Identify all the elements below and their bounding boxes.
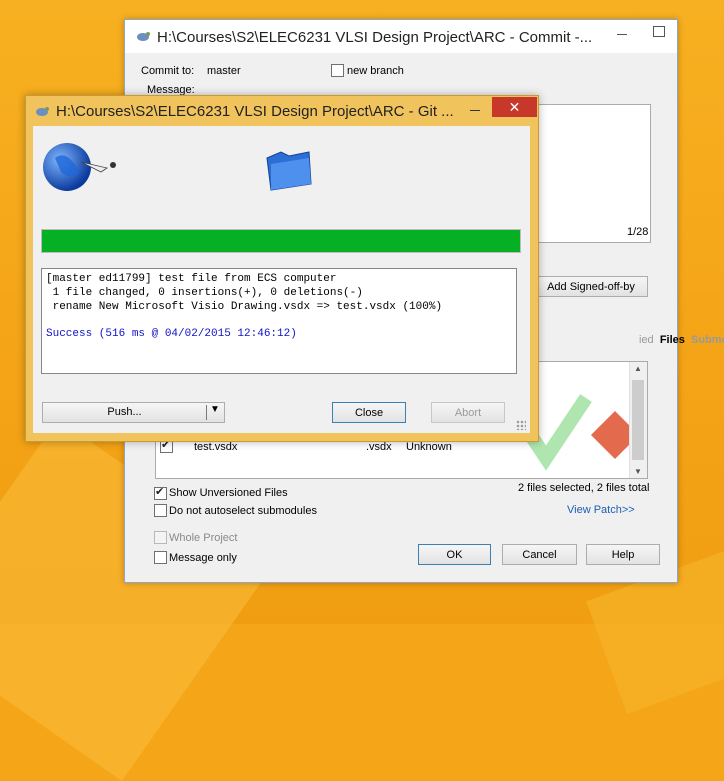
- tab-submodules[interactable]: Submodules: [691, 334, 724, 346]
- file-list-scrollbar[interactable]: ▲ ▼: [629, 362, 647, 478]
- new-branch-checkbox[interactable]: [331, 64, 344, 77]
- show-unversioned-label: Show Unversioned Files: [169, 487, 288, 499]
- abort-button: Abort: [431, 402, 505, 423]
- add-signed-off-button[interactable]: Add Signed-off-by: [534, 276, 648, 297]
- files-selected-text: 2 files selected, 2 files total: [518, 482, 650, 494]
- tortoisegit-icon: [137, 32, 150, 41]
- title-bar[interactable]: H:\Courses\S2\ELEC6231 VLSI Design Proje…: [125, 20, 677, 53]
- progress-fill: [42, 230, 520, 252]
- resize-grip-icon[interactable]: [516, 420, 526, 430]
- minimize-button[interactable]: [466, 102, 486, 116]
- tab-modified[interactable]: ied: [639, 334, 654, 346]
- message-input[interactable]: [534, 104, 651, 243]
- no-autoselect-label: Do not autoselect submodules: [169, 505, 317, 517]
- globe-icon: [43, 143, 116, 191]
- view-patch-link[interactable]: View Patch>>: [567, 504, 635, 516]
- minimize-button[interactable]: [615, 26, 631, 40]
- log-line: rename New Microsoft Visio Drawing.vsdx …: [46, 301, 443, 313]
- message-only-checkbox[interactable]: [154, 551, 167, 564]
- no-autoselect-checkbox[interactable]: [154, 504, 167, 517]
- scroll-thumb[interactable]: [632, 380, 644, 460]
- help-button[interactable]: Help: [586, 544, 660, 565]
- success-message: Success (516 ms @ 04/02/2015 12:46:12): [46, 328, 297, 340]
- ok-button[interactable]: OK: [418, 544, 491, 565]
- folder-icon: [266, 151, 312, 191]
- new-branch-label: new branch: [347, 65, 404, 77]
- file-status: Unknown: [406, 441, 452, 453]
- whole-project-checkbox: [154, 531, 167, 544]
- progress-client-area: [master ed11799] test file from ECS comp…: [33, 126, 530, 433]
- commit-to-label: Commit to:: [141, 65, 195, 77]
- tab-files[interactable]: Files: [660, 334, 685, 346]
- window-title: H:\Courses\S2\ELEC6231 VLSI Design Proje…: [157, 29, 593, 46]
- push-button[interactable]: Push...: [43, 403, 206, 422]
- file-name: test.vsdx: [194, 441, 238, 453]
- title-bar[interactable]: H:\Courses\S2\ELEC6231 VLSI Design Proje…: [26, 96, 538, 125]
- message-only-label: Message only: [169, 552, 237, 564]
- window-title: H:\Courses\S2\ELEC6231 VLSI Design Proje…: [56, 103, 454, 120]
- scroll-down-icon[interactable]: ▼: [634, 467, 642, 476]
- file-extension: .vsdx: [366, 441, 392, 453]
- cancel-button[interactable]: Cancel: [502, 544, 577, 565]
- show-unversioned-checkbox[interactable]: [154, 485, 167, 500]
- table-row[interactable]: test.vsdx .vsdx Unknown: [158, 438, 618, 454]
- maximize-button[interactable]: [643, 22, 673, 42]
- log-line: [master ed11799] test file from ECS comp…: [46, 273, 337, 285]
- progress-bar: [41, 229, 521, 253]
- git-progress-dialog: H:\Courses\S2\ELEC6231 VLSI Design Proje…: [25, 95, 539, 442]
- tortoisegit-icon: [36, 107, 49, 116]
- dropdown-arrow-icon[interactable]: ▼: [210, 404, 220, 415]
- branch-name: master: [207, 65, 241, 77]
- close-window-button[interactable]: ✕: [492, 97, 537, 117]
- scroll-up-icon[interactable]: ▲: [634, 364, 642, 373]
- push-split-button[interactable]: Push... ▼: [42, 402, 225, 423]
- changes-tabs: ied Files Submodules: [639, 334, 724, 346]
- close-button[interactable]: Close: [332, 402, 406, 423]
- log-line: 1 file changed, 0 insertions(+), 0 delet…: [46, 287, 363, 299]
- whole-project-label: Whole Project: [169, 532, 238, 544]
- char-count: 1/28: [627, 226, 649, 238]
- split-divider: [206, 405, 207, 420]
- git-output-log[interactable]: [master ed11799] test file from ECS comp…: [41, 268, 517, 374]
